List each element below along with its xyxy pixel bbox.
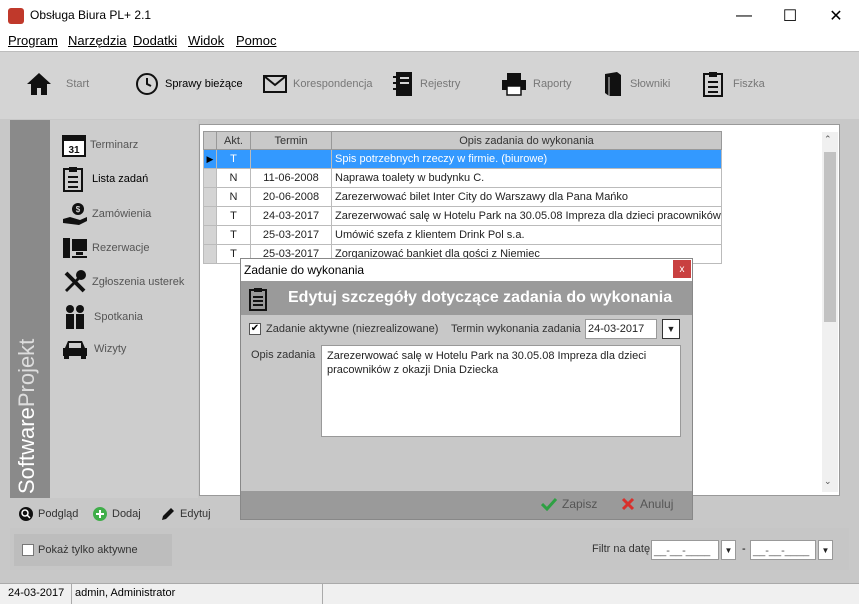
title-bar: Obsługa Biura PL+ 2.1 — ☐ ✕ bbox=[0, 0, 859, 31]
active-only-checkbox[interactable] bbox=[22, 544, 34, 556]
preview-button[interactable]: Podgląd bbox=[18, 506, 78, 522]
date-from-dropdown-icon[interactable]: ▼ bbox=[721, 540, 736, 560]
deadline-input[interactable]: 24-03-2017 bbox=[585, 319, 657, 339]
car-icon bbox=[63, 341, 87, 359]
status-user: admin, Administrator bbox=[75, 587, 176, 599]
book-icon bbox=[605, 72, 621, 96]
menu-bar: Program Narzędzia Dodatki Widok Pomoc bbox=[0, 31, 859, 51]
table-row[interactable]: ▶ T Spis potrzebnych rzeczy w firmie. (b… bbox=[203, 149, 722, 169]
menu-widok[interactable]: Widok bbox=[188, 33, 224, 48]
table-row[interactable]: T 25-03-2017 Umówić szefa z klientem Dri… bbox=[203, 225, 722, 245]
status-bar: 24-03-2017 admin, Administrator bbox=[0, 583, 859, 604]
date-from-input[interactable]: __-__-____ bbox=[651, 540, 719, 560]
date-to-input[interactable]: __-__-____ bbox=[750, 540, 816, 560]
envelope-icon bbox=[263, 75, 287, 93]
cancel-button[interactable]: Anuluj bbox=[621, 497, 673, 511]
brand-strip: SoftwareProjekt bbox=[10, 120, 50, 498]
clock-icon bbox=[136, 73, 158, 95]
edit-button[interactable]: Edytuj bbox=[160, 506, 211, 522]
table-row[interactable]: T 24-03-2017 Zarezerwować salę w Hotelu … bbox=[203, 206, 722, 226]
toolbar-raporty[interactable]: Raporty bbox=[501, 68, 572, 100]
scroll-up-icon[interactable]: ⌃ bbox=[824, 134, 832, 145]
house-icon bbox=[27, 73, 51, 95]
pencil-icon bbox=[162, 508, 174, 520]
row-indicator: ▶ bbox=[203, 149, 217, 169]
menu-narzedzia[interactable]: Narzędzia bbox=[68, 33, 127, 48]
svg-text:31: 31 bbox=[68, 145, 80, 156]
date-filter-label: Filtr na datę bbox=[592, 543, 651, 555]
task-active-checkbox[interactable]: ✔ bbox=[249, 323, 261, 335]
sidebar-item-terminarz[interactable]: 31 Terminarz bbox=[62, 130, 138, 160]
grid-scrollbar-thumb[interactable] bbox=[824, 152, 836, 322]
toolbar-slowniki[interactable]: Słowniki bbox=[602, 68, 670, 100]
sidebar-item-spotkania[interactable]: Spotkania bbox=[62, 302, 143, 332]
minimize-button[interactable]: — bbox=[721, 0, 767, 31]
toolbar-start[interactable]: Start bbox=[26, 68, 89, 100]
scroll-down-icon[interactable]: ⌄ bbox=[824, 476, 832, 487]
table-row[interactable]: N 20-06-2008 Zarezerwować bilet Inter Ci… bbox=[203, 187, 722, 207]
deadline-label: Termin wykonania zadania bbox=[451, 323, 581, 335]
menu-dodatki[interactable]: Dodatki bbox=[133, 33, 177, 48]
sidebar: 31 Terminarz Lista zadań $ Zamówienia Re… bbox=[50, 120, 198, 498]
task-grid[interactable]: Akt. Termin Opis zadania do wykonania ▶ … bbox=[203, 131, 722, 264]
checklist-icon bbox=[63, 167, 83, 192]
clipboard-icon bbox=[703, 72, 723, 97]
add-button[interactable]: Dodaj bbox=[92, 506, 141, 522]
date-to-dropdown-icon[interactable]: ▼ bbox=[818, 540, 833, 560]
dialog-title-bar: Zadanie do wykonania x bbox=[241, 259, 692, 281]
close-button[interactable]: ✕ bbox=[813, 0, 859, 31]
column-header-akt[interactable]: Akt. bbox=[216, 131, 251, 150]
description-textarea[interactable]: Zarezerwować salę w Hotelu Park na 30.05… bbox=[321, 345, 681, 437]
menu-pomoc[interactable]: Pomoc bbox=[236, 33, 276, 48]
sidebar-item-lista-zadan[interactable]: Lista zadań bbox=[62, 164, 148, 194]
brand-logo: SoftwareProjekt bbox=[14, 338, 39, 494]
active-only-label: Pokaż tylko aktywne bbox=[38, 544, 138, 556]
column-header-termin[interactable]: Termin bbox=[250, 131, 332, 150]
people-icon bbox=[66, 305, 84, 329]
deadline-dropdown-icon[interactable]: ▼ bbox=[662, 319, 680, 339]
dialog-footer: Zapisz Anuluj bbox=[241, 491, 692, 519]
table-row[interactable]: N 11-06-2008 Naprawa toalety w budynku C… bbox=[203, 168, 722, 188]
toolbar-sprawy-biezace[interactable]: Sprawy bieżące bbox=[135, 68, 243, 100]
sidebar-item-wizyty[interactable]: Wizyty bbox=[62, 334, 126, 364]
save-button[interactable]: Zapisz bbox=[541, 497, 597, 511]
plus-icon bbox=[93, 507, 107, 521]
tools-icon bbox=[64, 270, 86, 293]
sidebar-item-zgloszenia-usterek[interactable]: Zgłoszenia usterek bbox=[62, 267, 184, 297]
status-date: 24-03-2017 bbox=[8, 587, 65, 599]
date-separator: - bbox=[742, 543, 746, 555]
printer-icon bbox=[502, 73, 526, 96]
toolbar-rejestry[interactable]: Rejestry bbox=[392, 68, 460, 100]
filter-bar: Pokaż tylko aktywne Filtr na datę __-__-… bbox=[10, 528, 849, 570]
magnifier-icon bbox=[19, 507, 33, 521]
toolbar-korespondencja[interactable]: Korespondencja bbox=[263, 68, 373, 100]
toolbar-fiszka[interactable]: Fiszka bbox=[703, 68, 765, 100]
money-hand-icon: $ bbox=[63, 203, 87, 225]
app-icon bbox=[8, 8, 24, 24]
x-icon bbox=[621, 497, 635, 511]
dialog-close-button[interactable]: x bbox=[673, 260, 691, 278]
grid-corner bbox=[203, 131, 217, 150]
dialog-header: Edytuj szczegóły dotyczące zadania do wy… bbox=[241, 281, 692, 315]
description-label: Opis zadania bbox=[251, 349, 316, 361]
task-active-label: Zadanie aktywne (niezrealizowane) bbox=[266, 323, 439, 335]
sidebar-item-rezerwacje[interactable]: Rezerwacje bbox=[62, 233, 149, 263]
check-icon bbox=[541, 497, 557, 511]
clipboard-icon bbox=[249, 288, 267, 311]
main-toolbar: Start Sprawy bieżące Korespondencja Reje… bbox=[0, 51, 859, 119]
menu-program[interactable]: Program bbox=[8, 33, 58, 48]
computer-icon bbox=[63, 238, 87, 258]
task-dialog: Zadanie do wykonania x Edytuj szczegóły … bbox=[240, 258, 693, 520]
window-title: Obsługa Biura PL+ 2.1 bbox=[30, 8, 152, 22]
svg-text:$: $ bbox=[76, 205, 81, 214]
dialog-heading: Edytuj szczegóły dotyczące zadania do wy… bbox=[288, 289, 673, 306]
maximize-button[interactable]: ☐ bbox=[767, 0, 813, 31]
dialog-body: ✔ Zadanie aktywne (niezrealizowane) Term… bbox=[241, 315, 692, 491]
column-header-opis[interactable]: Opis zadania do wykonania bbox=[331, 131, 722, 150]
calendar-icon: 31 bbox=[62, 135, 86, 157]
dialog-title: Zadanie do wykonania bbox=[244, 263, 365, 277]
notebook-icon bbox=[393, 72, 412, 96]
sidebar-item-zamowienia[interactable]: $ Zamówienia bbox=[62, 199, 151, 229]
